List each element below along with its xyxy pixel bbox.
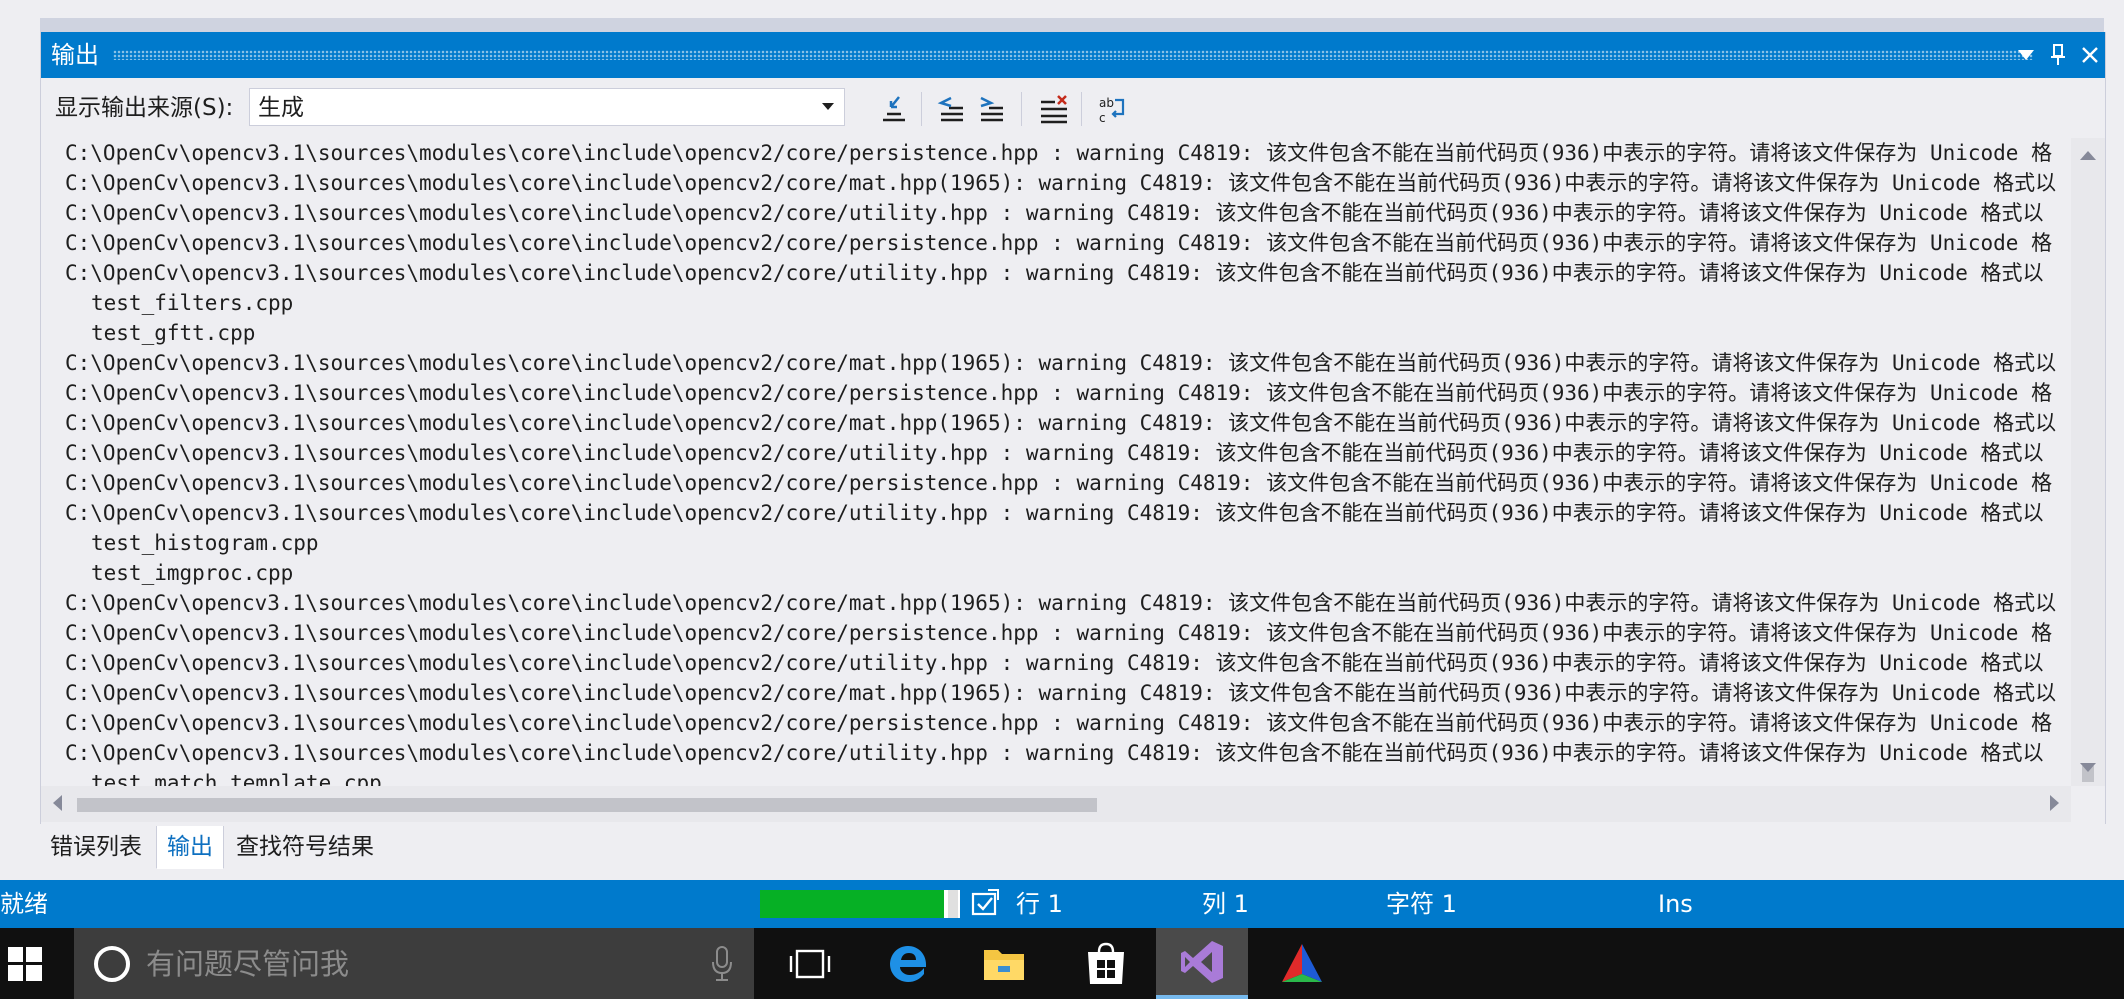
output-line: C:\OpenCv\opencv3.1\sources\modules\core… — [65, 681, 2057, 705]
windows-start-icon[interactable] — [0, 928, 50, 999]
task-view-icon[interactable] — [764, 928, 856, 999]
status-row: 行 1 — [1016, 890, 1063, 918]
file-explorer-icon[interactable] — [958, 928, 1050, 999]
status-bar: 就绪 行 1 列 1 字符 1 Ins — [0, 880, 2124, 928]
bottom-tabs: 错误列表 输出 查找符号结果 — [40, 826, 440, 870]
scroll-right-icon[interactable] — [2049, 794, 2061, 816]
output-line: C:\OpenCv\opencv3.1\sources\modules\core… — [65, 411, 2057, 435]
app-icon[interactable] — [1256, 928, 1348, 999]
output-line: test_gftt.cpp — [91, 321, 256, 345]
chevron-down-icon[interactable] — [816, 93, 840, 121]
output-line: C:\OpenCv\opencv3.1\sources\modules\core… — [65, 741, 2044, 765]
output-line: C:\OpenCv\opencv3.1\sources\modules\core… — [65, 711, 2053, 735]
scroll-down-icon[interactable] — [2079, 759, 2097, 778]
output-pane: 输出 显示输出来源(S): 生成 ab c C:\OpenCv\opencv3.… — [40, 32, 2106, 824]
output-line: C:\OpenCv\opencv3.1\sources\modules\core… — [65, 201, 2044, 225]
output-line: C:\OpenCv\opencv3.1\sources\modules\core… — [65, 351, 2057, 375]
output-line: C:\OpenCv\opencv3.1\sources\modules\core… — [65, 651, 2044, 675]
horizontal-scrollbar[interactable] — [41, 786, 2071, 822]
output-line: C:\OpenCv\opencv3.1\sources\modules\core… — [65, 471, 2053, 495]
status-insert-mode: Ins — [1658, 890, 1693, 918]
output-line: C:\OpenCv\opencv3.1\sources\modules\core… — [65, 501, 2044, 525]
output-source-select[interactable]: 生成 — [249, 88, 845, 126]
output-source-label: 显示输出来源(S): — [55, 95, 234, 121]
prev-message-icon[interactable] — [933, 90, 971, 128]
pin-icon[interactable] — [2043, 40, 2073, 70]
output-line: C:\OpenCv\opencv3.1\sources\modules\core… — [65, 261, 2044, 285]
output-line: C:\OpenCv\opencv3.1\sources\modules\core… — [65, 381, 2053, 405]
status-column: 列 1 — [1202, 890, 1249, 918]
windows-taskbar: 有问题尽管问我 — [0, 928, 2124, 999]
svg-text:c: c — [1099, 111, 1106, 124]
output-line: C:\OpenCv\opencv3.1\sources\modules\core… — [65, 231, 2053, 255]
svg-text:ab: ab — [1099, 96, 1114, 110]
toolbar-separator — [1021, 92, 1022, 126]
next-message-icon[interactable] — [973, 90, 1011, 128]
taskbar-search-placeholder: 有问题尽管问我 — [146, 947, 350, 981]
output-toolbar: 显示输出来源(S): 生成 ab c — [41, 78, 2105, 138]
window-top-strip — [40, 18, 2104, 32]
output-line: C:\OpenCv\opencv3.1\sources\modules\core… — [65, 621, 2053, 645]
microphone-icon[interactable] — [710, 946, 734, 986]
output-title-bar[interactable]: 输出 — [41, 32, 2105, 78]
scroll-left-icon[interactable] — [51, 794, 63, 816]
output-source-value: 生成 — [258, 95, 304, 121]
output-line: C:\OpenCv\opencv3.1\sources\modules\core… — [65, 441, 2044, 465]
toggle-word-wrap-icon[interactable]: ab c — [1093, 90, 1131, 128]
close-icon[interactable] — [2075, 40, 2105, 70]
output-line: test_histogram.cpp — [91, 531, 319, 555]
taskbar-search-box[interactable]: 有问题尽管问我 — [74, 928, 754, 999]
find-message-icon[interactable] — [875, 90, 913, 128]
horizontal-scroll-thumb[interactable] — [77, 798, 1097, 812]
vertical-scrollbar[interactable] — [2071, 138, 2105, 786]
pane-title: 输出 — [51, 41, 99, 69]
scroll-up-icon[interactable] — [2079, 146, 2097, 165]
toolbar-separator — [921, 92, 922, 126]
title-grip[interactable] — [113, 50, 2033, 60]
build-icon — [970, 888, 1000, 922]
build-progress-end — [948, 890, 958, 918]
tab-find-symbol-results[interactable]: 查找符号结果 — [226, 826, 384, 868]
cortana-icon[interactable] — [92, 944, 132, 988]
output-line: test_imgproc.cpp — [91, 561, 294, 585]
output-line: test_filters.cpp — [91, 291, 294, 315]
visual-studio-icon[interactable] — [1156, 928, 1248, 999]
toolbar-separator — [1081, 92, 1082, 126]
output-line: C:\OpenCv\opencv3.1\sources\modules\core… — [65, 141, 2053, 165]
tab-error-list[interactable]: 错误列表 — [40, 826, 152, 868]
tab-output[interactable]: 输出 — [156, 826, 224, 869]
status-char: 字符 1 — [1386, 890, 1457, 918]
output-line: C:\OpenCv\opencv3.1\sources\modules\core… — [65, 591, 2057, 615]
edge-icon[interactable] — [862, 928, 954, 999]
status-ready: 就绪 — [0, 890, 48, 918]
dropdown-icon[interactable] — [2011, 40, 2041, 70]
build-progress-fill — [760, 890, 944, 918]
output-line: test_match_template.cpp — [91, 771, 382, 786]
output-line: C:\OpenCv\opencv3.1\sources\modules\core… — [65, 171, 2057, 195]
store-icon[interactable] — [1060, 928, 1152, 999]
clear-all-icon[interactable] — [1035, 90, 1073, 128]
output-text-area[interactable]: C:\OpenCv\opencv3.1\sources\modules\core… — [41, 138, 2071, 786]
build-progress-bar — [760, 890, 960, 918]
